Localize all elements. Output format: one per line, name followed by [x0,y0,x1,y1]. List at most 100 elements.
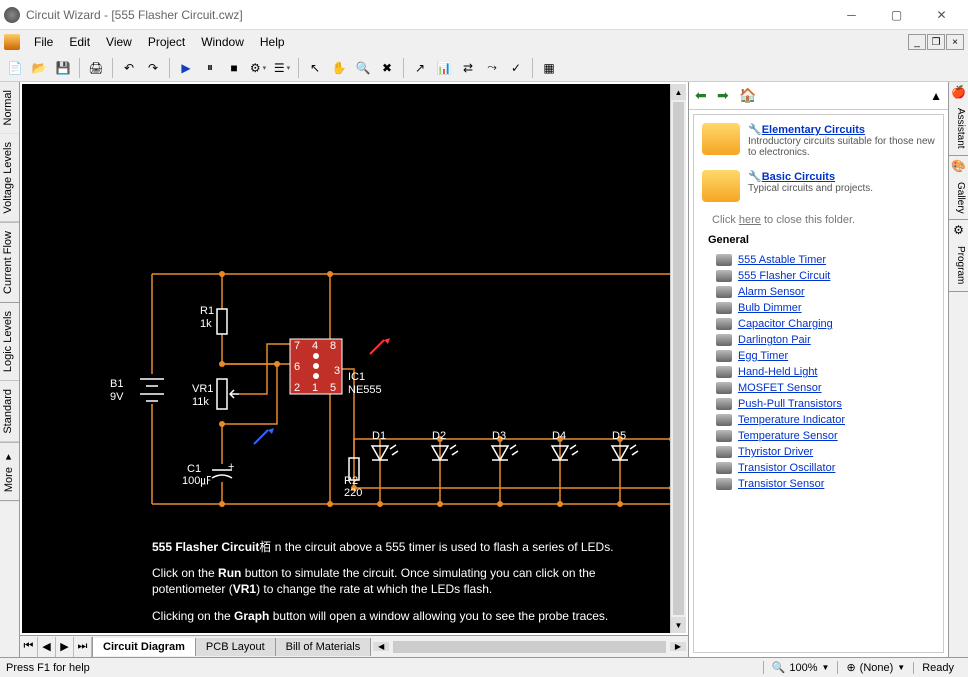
nav-home[interactable]: 🏠 [739,87,757,104]
maximize-button[interactable]: ▢ [874,1,919,29]
menu-view[interactable]: View [98,32,140,52]
vtab-current[interactable]: Current Flow [0,223,19,303]
close-folder-link[interactable]: here [739,214,761,226]
rtab-program[interactable]: Program [949,240,968,291]
component-d1[interactable]: D1 [372,430,398,460]
circuit-link[interactable]: Temperature Sensor [738,430,838,442]
circuit-link[interactable]: 555 Flasher Circuit [738,270,830,282]
folder-link[interactable]: Basic Circuits [762,171,835,183]
menu-help[interactable]: Help [252,32,293,52]
tab-next[interactable]: ▶ [56,637,74,657]
probe-1[interactable] [370,338,390,354]
status-zoom[interactable]: 100% [789,662,817,674]
rtab-assistant[interactable]: Assistant [949,102,968,156]
component-c1[interactable]: + C1 100㎌ [182,461,234,487]
list-item[interactable]: Thyristor Driver [716,444,935,460]
zoom-tool[interactable]: 🔍 [352,57,374,79]
probe-tool[interactable]: ↗ [409,57,431,79]
tab-first[interactable]: ⏮ [20,637,38,657]
menu-file[interactable]: File [26,32,61,52]
check-button[interactable]: ✓ [505,57,527,79]
vtab-logic[interactable]: Logic Levels [0,303,19,381]
vtab-standard[interactable]: Standard [0,381,19,443]
tab-pcb-layout[interactable]: PCB Layout [196,638,276,656]
convert-button[interactable]: ⇄ [457,57,479,79]
sim-speed-dropdown[interactable]: ⚙ [247,57,269,79]
pointer-tool[interactable]: ↖ [304,57,326,79]
delete-tool[interactable]: ✖ [376,57,398,79]
status-snap[interactable]: (None) [860,662,894,674]
list-item[interactable]: Darlington Pair [716,332,935,348]
undo-button[interactable]: ↶ [118,57,140,79]
list-item[interactable]: Temperature Indicator [716,412,935,428]
circuit-link[interactable]: Temperature Indicator [738,414,845,426]
tab-bom[interactable]: Bill of Materials [276,638,372,656]
circuit-link[interactable]: Thyristor Driver [738,446,813,458]
circuit-link[interactable]: Darlington Pair [738,334,811,346]
nav-forward[interactable]: ➡ [717,87,735,104]
sim-options-dropdown[interactable]: ☰ [271,57,293,79]
list-item[interactable]: Push-Pull Transistors [716,396,935,412]
folder-elementary[interactable]: 🔧Elementary CircuitsIntroductory circuit… [702,123,935,158]
stop-button[interactable]: ■ [223,57,245,79]
graph-button[interactable]: 📊 [433,57,455,79]
pause-button[interactable]: ⏸ [199,57,221,79]
open-button[interactable]: 📂 [28,57,50,79]
component-d4[interactable]: D4 [552,430,578,460]
route-button[interactable]: ⤳ [481,57,503,79]
circuit-link[interactable]: Hand-Held Light [738,366,818,378]
menu-edit[interactable]: Edit [61,32,98,52]
circuit-link[interactable]: Capacitor Charging [738,318,833,330]
component-r1[interactable]: R1 1k [200,305,227,334]
folder-link[interactable]: Elementary Circuits [762,124,865,136]
component-d3[interactable]: D3 [492,430,518,460]
list-item[interactable]: Transistor Sensor [716,476,935,492]
component-d2[interactable]: D2 [432,430,458,460]
run-button[interactable]: ▶ [175,57,197,79]
circuit-link[interactable]: Alarm Sensor [738,286,805,298]
save-button[interactable]: 💾 [52,57,74,79]
mdi-close[interactable]: × [946,34,964,50]
mdi-restore[interactable]: ❐ [927,34,945,50]
circuit-link[interactable]: Push-Pull Transistors [738,398,842,410]
tab-last[interactable]: ⏭ [74,637,92,657]
list-item[interactable]: 555 Astable Timer [716,252,935,268]
vtab-voltage[interactable]: Voltage Levels [0,134,19,223]
vtab-more[interactable]: More ▾ [0,443,19,501]
tab-circuit-diagram[interactable]: Circuit Diagram [93,638,196,656]
schematic-canvas[interactable]: B1 9V R1 1k VR1 11k [22,84,670,633]
rtab-gallery[interactable]: Gallery [949,176,968,221]
circuit-link[interactable]: MOSFET Sensor [738,382,822,394]
component-vr1[interactable]: VR1 11k [192,379,239,409]
mdi-minimize[interactable]: _ [908,34,926,50]
component-d5[interactable]: D5 [612,430,638,460]
vtab-normal[interactable]: Normal [0,82,19,134]
menu-window[interactable]: Window [193,32,252,52]
tab-prev[interactable]: ◀ [38,637,56,657]
component-b1[interactable]: B1 9V [110,378,164,403]
list-item[interactable]: Capacitor Charging [716,316,935,332]
list-item[interactable]: Alarm Sensor [716,284,935,300]
menu-project[interactable]: Project [140,32,193,52]
nav-back[interactable]: ⬅ [695,87,713,104]
list-item[interactable]: Egg Timer [716,348,935,364]
component-r2[interactable]: R2 220 [344,458,362,499]
pan-tool[interactable]: ✋ [328,57,350,79]
list-item[interactable]: 555 Flasher Circuit [716,268,935,284]
canvas-vscrollbar[interactable]: ▲▼ [670,84,686,633]
circuit-link[interactable]: Transistor Oscillator [738,462,835,474]
canvas-hscrollbar[interactable]: ◀▶ [371,641,688,653]
print-button[interactable]: 🖨 [85,57,107,79]
new-button[interactable]: 📄 [4,57,26,79]
circuit-link[interactable]: Egg Timer [738,350,788,362]
close-button[interactable]: ✕ [919,1,964,29]
pcb-view-button[interactable]: ▦ [538,57,560,79]
list-item[interactable]: Transistor Oscillator [716,460,935,476]
circuit-link[interactable]: Bulb Dimmer [738,302,802,314]
folder-basic[interactable]: 🔧Basic CircuitsTypical circuits and proj… [702,170,935,202]
nav-up[interactable]: ▲ [930,89,942,103]
circuit-link[interactable]: Transistor Sensor [738,478,824,490]
circuit-link[interactable]: 555 Astable Timer [738,254,826,266]
list-item[interactable]: Temperature Sensor [716,428,935,444]
probe-2[interactable] [254,428,274,444]
